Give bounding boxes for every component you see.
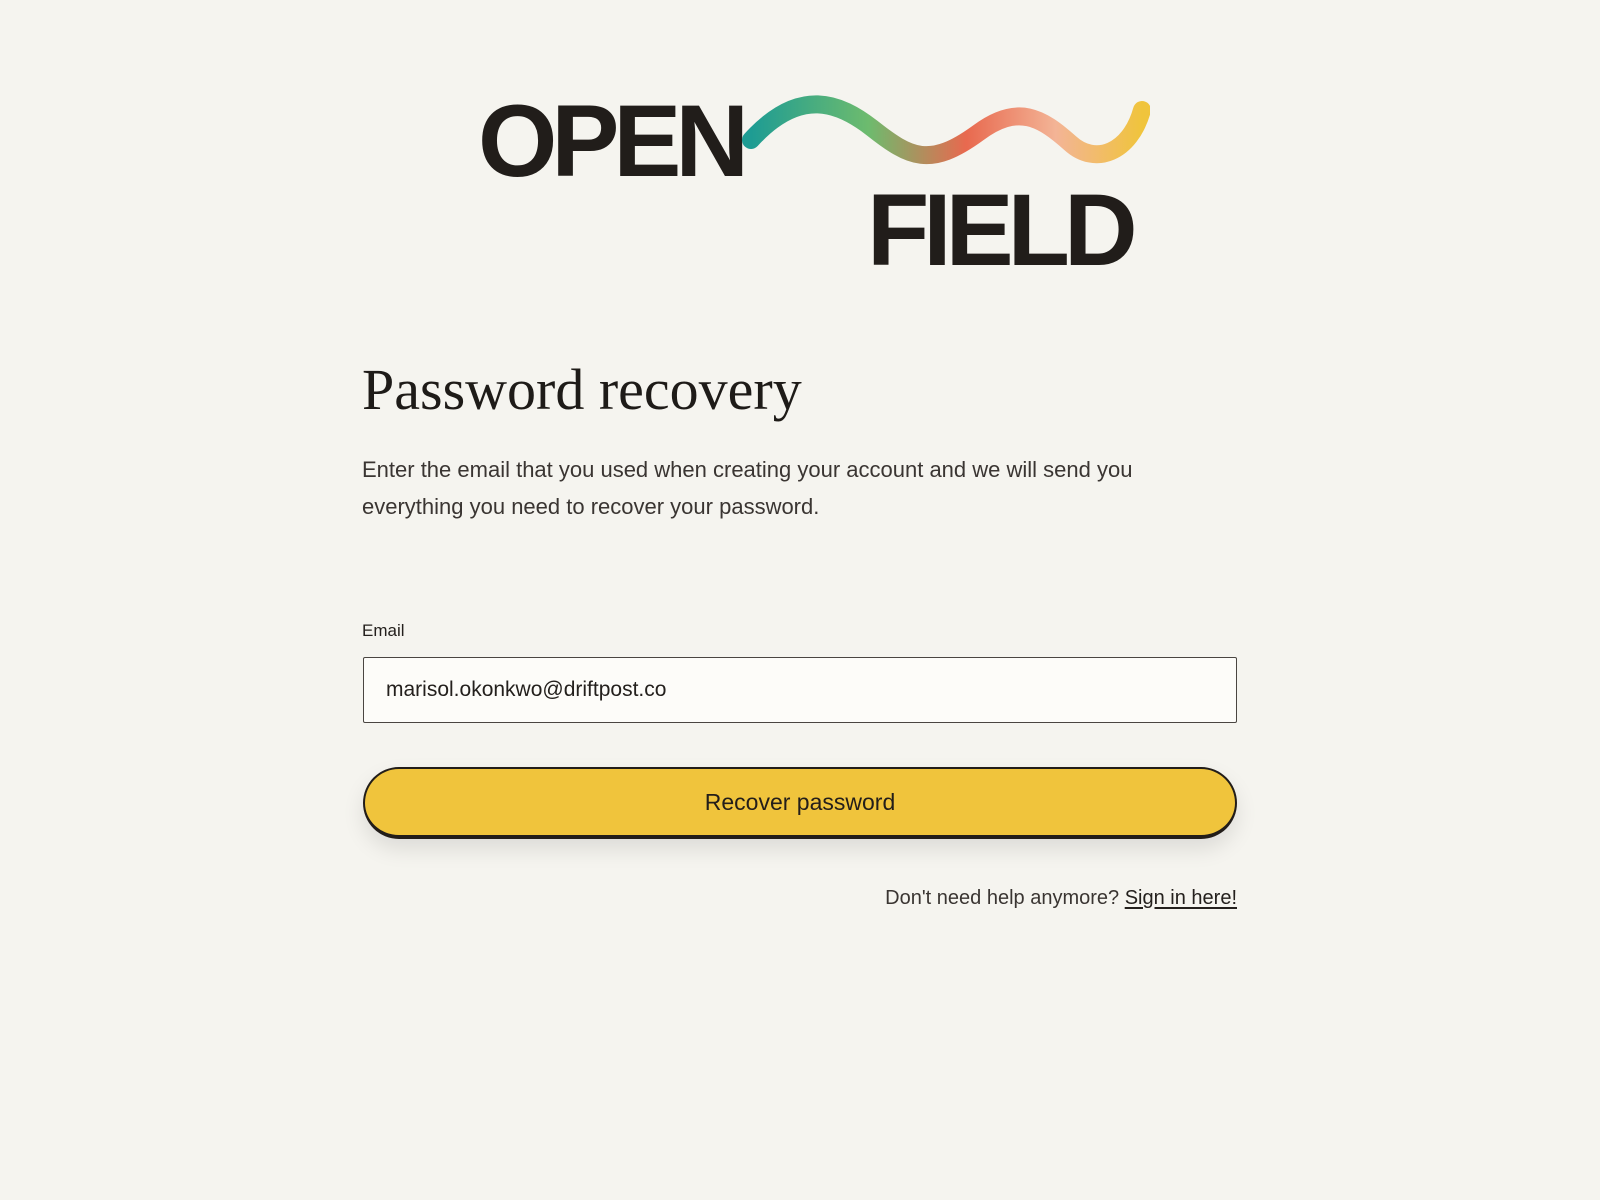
email-input[interactable] xyxy=(363,657,1237,723)
signin-prompt: Don't need help anymore? Sign in here! xyxy=(700,885,1237,911)
openfield-logo: OPEN FIELD xyxy=(470,78,1150,287)
page-title: Password recovery xyxy=(362,357,802,422)
signin-prompt-text: Don't need help anymore? xyxy=(885,887,1120,909)
recover-password-button[interactable]: Recover password xyxy=(363,767,1237,839)
email-label: Email xyxy=(362,621,405,640)
logo-word-field: FIELD xyxy=(867,173,1138,287)
page-description: Enter the email that you used when creat… xyxy=(362,457,1133,519)
sign-in-link[interactable]: Sign in here! xyxy=(1125,887,1237,909)
